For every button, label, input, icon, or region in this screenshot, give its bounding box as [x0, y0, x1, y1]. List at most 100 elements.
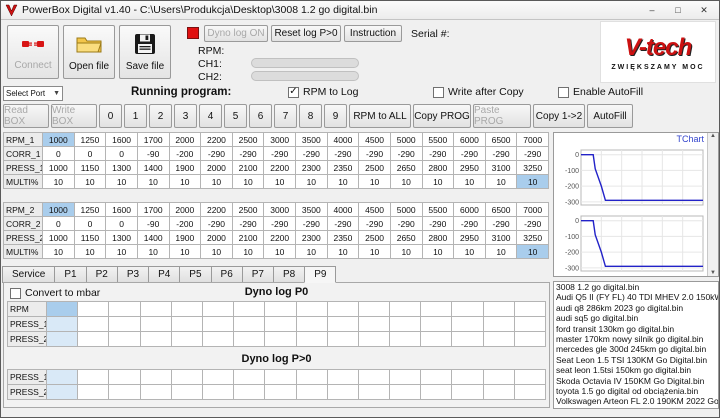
- table-cell[interactable]: 3250: [516, 230, 549, 245]
- close-button[interactable]: ✕: [691, 1, 717, 19]
- table-cell[interactable]: -290: [326, 146, 360, 161]
- program-0-button[interactable]: 0: [99, 104, 122, 128]
- table-cell[interactable]: -290: [453, 216, 486, 231]
- program-8-button[interactable]: 8: [299, 104, 322, 128]
- table-cell[interactable]: -90: [136, 146, 170, 161]
- table-cell[interactable]: 2950: [453, 160, 486, 175]
- table-cell[interactable]: 10: [358, 174, 391, 189]
- table-cell[interactable]: 3100: [484, 160, 518, 175]
- table-cell[interactable]: 10: [453, 174, 486, 189]
- tab-p5[interactable]: P5: [179, 266, 212, 283]
- table-cell[interactable]: 4000: [326, 132, 360, 147]
- table-cell[interactable]: 2200: [200, 132, 233, 147]
- table-cell[interactable]: [482, 316, 515, 332]
- table-cell[interactable]: 0: [105, 146, 138, 161]
- table-cell[interactable]: 4000: [326, 202, 360, 217]
- table-cell[interactable]: -290: [358, 216, 391, 231]
- table-cell[interactable]: 1700: [136, 202, 170, 217]
- table-cell[interactable]: 10: [42, 174, 75, 189]
- table-cell[interactable]: [451, 301, 484, 317]
- table-cell[interactable]: 7000: [516, 202, 549, 217]
- table-cell[interactable]: 2200: [263, 160, 296, 175]
- table-cell[interactable]: [233, 369, 266, 385]
- table-cell[interactable]: [139, 384, 172, 400]
- table-cell[interactable]: [201, 331, 235, 347]
- table-cell[interactable]: [513, 369, 546, 385]
- table-cell[interactable]: 10: [295, 174, 328, 189]
- enable-autofill-checkbox[interactable]: Enable AutoFill: [558, 86, 643, 98]
- table-cell[interactable]: [264, 301, 297, 317]
- table-cell[interactable]: [420, 331, 453, 347]
- program-6-button[interactable]: 6: [249, 104, 272, 128]
- program-7-button[interactable]: 7: [274, 104, 297, 128]
- table-cell[interactable]: [264, 316, 297, 332]
- table-cell[interactable]: 2350: [326, 160, 360, 175]
- table-cell[interactable]: 5500: [421, 132, 455, 147]
- table-cell[interactable]: 2100: [231, 160, 265, 175]
- table-cell[interactable]: 5500: [421, 202, 455, 217]
- table-cell[interactable]: [513, 316, 546, 332]
- table-cell[interactable]: [326, 316, 359, 332]
- table-cell[interactable]: [108, 369, 141, 385]
- tab-p6[interactable]: P6: [210, 266, 243, 283]
- table-cell[interactable]: -290: [295, 216, 328, 231]
- table-cell[interactable]: 1300: [105, 160, 138, 175]
- table-cell[interactable]: -290: [263, 146, 296, 161]
- table-cell[interactable]: -290: [295, 146, 328, 161]
- file-list-item[interactable]: toyota 1.5 go digital od obciążenia.bin: [554, 386, 718, 396]
- table-cell[interactable]: 3000: [263, 202, 296, 217]
- program-1-button[interactable]: 1: [124, 104, 147, 128]
- table-cell[interactable]: 2800: [421, 160, 455, 175]
- table-cell[interactable]: 2350: [326, 230, 360, 245]
- table-cell[interactable]: 10: [105, 244, 138, 259]
- table-cell[interactable]: 1150: [73, 160, 107, 175]
- table-cell[interactable]: -290: [421, 216, 455, 231]
- minimize-button[interactable]: –: [639, 1, 665, 19]
- table-cell[interactable]: 4500: [358, 202, 391, 217]
- table-cell[interactable]: [389, 369, 422, 385]
- table-cell[interactable]: [420, 384, 453, 400]
- table-cell[interactable]: [233, 331, 266, 347]
- tab-p9[interactable]: P9: [304, 266, 337, 283]
- table-cell[interactable]: 1000: [42, 160, 75, 175]
- tab-p8[interactable]: P8: [273, 266, 306, 283]
- table-cell[interactable]: [264, 369, 297, 385]
- table-cell[interactable]: 6000: [453, 202, 486, 217]
- scroll-up-icon[interactable]: ▲: [710, 133, 716, 139]
- program-9-button[interactable]: 9: [324, 104, 347, 128]
- table-cell[interactable]: -200: [168, 216, 202, 231]
- file-list-item[interactable]: Audi Q5 II (FY FL) 40 TDI MHEV 2.0 150kW…: [554, 292, 718, 302]
- table-cell[interactable]: [46, 316, 79, 332]
- table-cell[interactable]: 3500: [295, 202, 328, 217]
- table-cell[interactable]: 10: [136, 244, 170, 259]
- table-cell[interactable]: 2200: [200, 202, 233, 217]
- table-cell[interactable]: [326, 301, 359, 317]
- save-file-button[interactable]: Save file: [119, 25, 171, 79]
- table-cell[interactable]: -90: [136, 216, 170, 231]
- connect-button[interactable]: Connect: [7, 25, 59, 79]
- table-cell[interactable]: 2500: [231, 132, 265, 147]
- table-cell[interactable]: [108, 331, 141, 347]
- table-cell[interactable]: 7000: [516, 132, 549, 147]
- table-cell[interactable]: 2000: [200, 160, 233, 175]
- table-cell[interactable]: [295, 331, 328, 347]
- table-cell[interactable]: [170, 384, 203, 400]
- table-cell[interactable]: -290: [453, 146, 486, 161]
- table-cell[interactable]: [201, 384, 235, 400]
- table-cell[interactable]: 10: [484, 174, 518, 189]
- table-cell[interactable]: 3250: [516, 160, 549, 175]
- table-cell[interactable]: 10: [326, 244, 360, 259]
- table-cell[interactable]: 2950: [453, 230, 486, 245]
- table-cell[interactable]: 2300: [295, 160, 328, 175]
- table-cell[interactable]: 0: [42, 146, 75, 161]
- tab-p2[interactable]: P2: [85, 266, 118, 283]
- table-cell[interactable]: 3500: [295, 132, 328, 147]
- table-cell[interactable]: 0: [105, 216, 138, 231]
- table-cell[interactable]: [139, 316, 172, 332]
- table-cell[interactable]: 6500: [484, 202, 518, 217]
- table-cell[interactable]: 2300: [295, 230, 328, 245]
- file-list-item[interactable]: audi sq5 go digital.bin: [554, 313, 718, 323]
- table-cell[interactable]: -290: [200, 216, 233, 231]
- scroll-down-icon[interactable]: ▼: [710, 270, 716, 276]
- tab-p7[interactable]: P7: [241, 266, 274, 283]
